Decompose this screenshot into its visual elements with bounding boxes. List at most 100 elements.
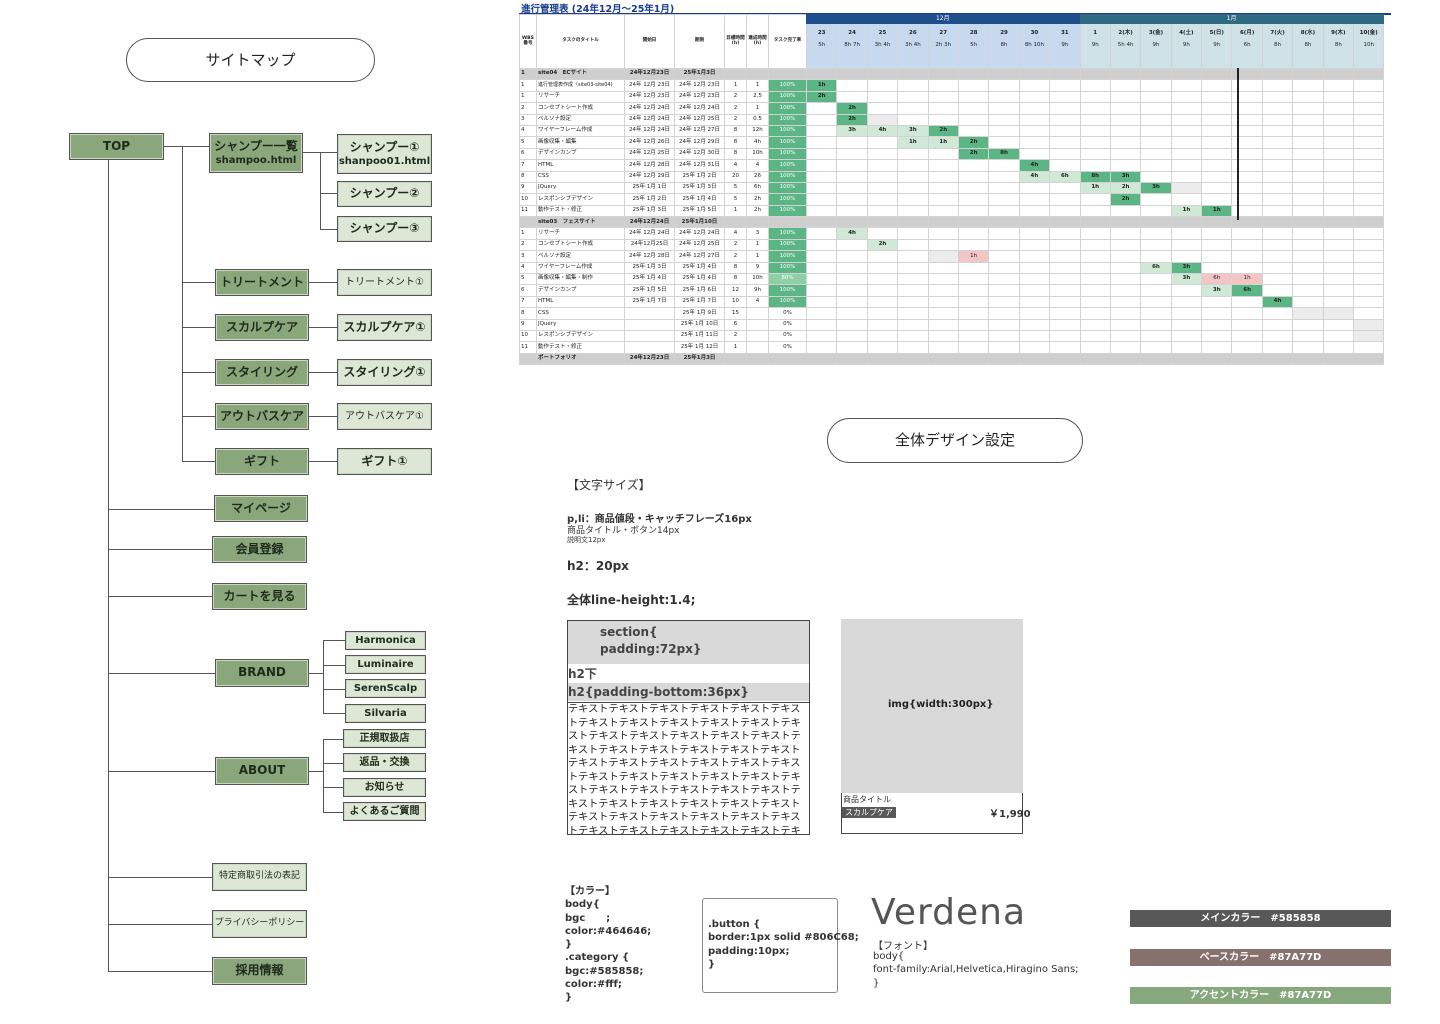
node-about-stores[interactable]: 正規取扱店 <box>343 729 426 748</box>
font-code-3: } <box>873 978 880 989</box>
gantt-day-cell <box>1018 193 1051 206</box>
sitemap-title: サイトマップ <box>126 38 375 82</box>
gantt-day-cell <box>1079 216 1111 229</box>
node-scalp[interactable]: スカルプケア <box>215 314 309 341</box>
gantt-cell: 9 <box>519 181 537 195</box>
product-price: ￥1,990 <box>989 809 1031 820</box>
node-styling1[interactable]: スタイリング① <box>337 359 432 386</box>
main-color-bar: メインカラー #585858 <box>1130 910 1391 927</box>
gantt-day-cell <box>1170 136 1203 149</box>
gantt-cell: 100% <box>768 170 807 183</box>
gantt-task-row: 6 デザインカンプ 25年 1月 5日 25年 1月 6日 12 9h 100% 3h 6h <box>519 284 1385 297</box>
gantt-task-row: 9 JQuery 25年 1月 10日 6 0% <box>519 318 1385 332</box>
gantt-day-cell <box>1261 193 1294 206</box>
gantt-day-cell: 4h <box>866 124 899 138</box>
node-top[interactable]: TOP <box>69 133 164 160</box>
gantt-day-cell <box>1292 170 1324 183</box>
gantt-day-cell <box>836 250 868 263</box>
node-shampoo-list[interactable]: シャンプー一覧 shampoo.html <box>209 133 303 173</box>
node-treatment1[interactable]: トリートメント① <box>337 269 432 296</box>
gantt-day-cell <box>866 273 899 286</box>
node-about-news[interactable]: お知らせ <box>343 778 426 797</box>
gantt-day-cell <box>866 136 899 149</box>
node-brand-harmonica[interactable]: Harmonica <box>345 631 426 650</box>
gantt-day-cell <box>1201 90 1233 104</box>
gantt-day-cell <box>927 329 959 343</box>
gantt-cell: 1 <box>746 238 769 252</box>
node-about[interactable]: ABOUT <box>215 757 309 785</box>
gantt-cell: 25年 1月 10日 <box>674 318 725 332</box>
gantt-day-cell <box>1140 147 1172 161</box>
connector <box>182 327 215 328</box>
gantt-day-cell <box>1353 284 1385 297</box>
gantt-day-cell <box>1079 159 1111 172</box>
node-cart[interactable]: カートを見る <box>212 583 307 610</box>
gantt-section-row: ポートフォリオ 24年12月23日 25年1月3日 <box>519 352 1385 366</box>
gantt-task-row: 8 CSS 25年 1月 9日 15 0% <box>519 307 1385 320</box>
gantt-cell: 7 <box>519 159 537 172</box>
node-shampoo1[interactable]: シャンプー① shanpoo01.html <box>337 134 432 174</box>
gantt-day-cell <box>1353 193 1385 206</box>
gantt-day-cell <box>1049 238 1081 252</box>
gantt-day-cell <box>836 238 868 252</box>
gantt-cell: 25年 1月 4日 <box>674 193 725 206</box>
gantt-day-cell <box>1322 238 1355 252</box>
node-privacy[interactable]: プライバシーポリシー <box>212 910 307 938</box>
gantt-cell: 24年 12月 23日 <box>674 90 725 104</box>
node-outbath1[interactable]: アウトバスケア① <box>337 403 432 430</box>
gantt-day-cell <box>1079 295 1111 309</box>
gantt-day-cell <box>1079 147 1111 161</box>
node-register[interactable]: 会員登録 <box>212 536 307 563</box>
node-shampoo1-file: shanpoo01.html <box>338 156 431 168</box>
node-brand[interactable]: BRAND <box>215 659 309 687</box>
gantt-day-cell <box>897 227 929 240</box>
gantt-day-cell <box>1353 261 1385 275</box>
gantt-day-cell: 3h <box>1109 170 1142 183</box>
gantt-day-cell <box>1292 295 1324 309</box>
node-brand-silvaria[interactable]: Silvaria <box>345 704 426 723</box>
gantt-day-cell <box>957 341 990 354</box>
connector <box>323 689 345 690</box>
gantt-day-cell <box>1018 113 1051 126</box>
gantt-day-cell <box>1140 193 1172 206</box>
node-scalp1[interactable]: スカルプケア① <box>337 314 432 341</box>
node-treatment[interactable]: トリートメント <box>215 269 309 296</box>
gantt-cell: 24年 12月 27日 <box>674 250 725 263</box>
gantt-cell: 1 <box>519 67 537 81</box>
gantt-day-cell <box>866 329 899 343</box>
gantt-cell: 0% <box>768 318 807 332</box>
gantt-day-cell <box>866 341 899 354</box>
node-shampoo2[interactable]: シャンプー② <box>337 181 432 207</box>
gantt-day-cell <box>1261 113 1294 126</box>
gantt-day-cell <box>836 273 868 286</box>
gantt-day-cell <box>1322 136 1355 149</box>
gantt-day-cell <box>805 204 838 218</box>
gantt-cell: 8 <box>724 136 747 149</box>
node-gift1[interactable]: ギフト① <box>337 448 432 475</box>
gantt-day-cell <box>1049 147 1081 161</box>
node-styling[interactable]: スタイリング <box>215 359 309 386</box>
gantt-day-cell <box>1201 352 1233 366</box>
node-gift[interactable]: ギフト <box>215 448 309 475</box>
gantt-day-cell <box>1018 124 1051 138</box>
node-about-faq[interactable]: よくあるご質問 <box>343 802 426 821</box>
node-shampoo3[interactable]: シャンプー③ <box>337 216 432 242</box>
gantt-day-cell <box>1353 295 1385 309</box>
gantt-cell: CSS <box>536 307 625 320</box>
node-outbath[interactable]: アウトバスケア <box>215 403 309 430</box>
gantt-day-cell <box>1079 90 1111 104</box>
node-tokutei[interactable]: 特定商取引法の表記 <box>212 863 307 891</box>
gantt-day-cell <box>836 341 868 354</box>
node-mypage[interactable]: マイページ <box>214 495 308 522</box>
connector <box>108 971 212 972</box>
gantt-day-cell <box>805 250 838 263</box>
gantt-day-cell <box>1109 250 1142 263</box>
node-recruit[interactable]: 採用情報 <box>212 957 307 985</box>
node-brand-luminaire[interactable]: Luminaire <box>345 655 426 674</box>
gantt-day-cell <box>1018 318 1051 332</box>
gantt-day-cell <box>805 352 838 366</box>
gantt-day-cell <box>1261 204 1294 218</box>
node-about-returns[interactable]: 返品・交換 <box>343 753 426 772</box>
gantt-day-cell <box>1049 284 1081 297</box>
node-brand-serenscalp[interactable]: SerenScalp <box>345 679 426 698</box>
